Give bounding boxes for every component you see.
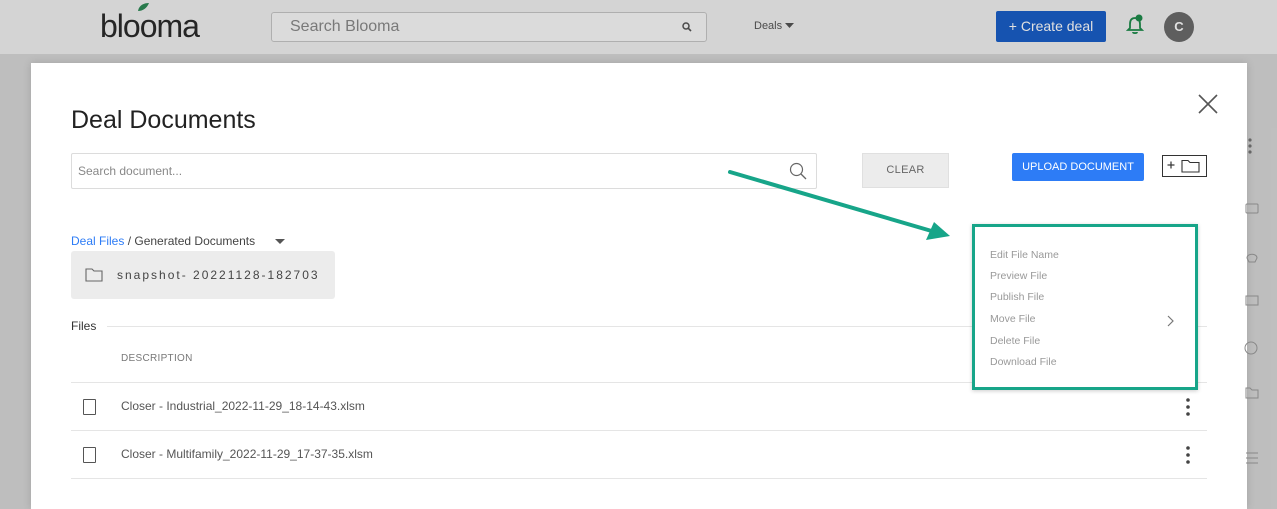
menu-item-delete-file[interactable]: Delete File xyxy=(990,335,1040,347)
file-name[interactable]: Closer - Multifamily_2022-11-29_17-37-35… xyxy=(121,447,373,461)
caret-down-icon[interactable] xyxy=(275,239,285,245)
add-folder-icon xyxy=(1167,159,1200,173)
close-icon[interactable] xyxy=(1197,93,1219,115)
files-section-label: Files xyxy=(71,319,97,333)
menu-item-download-file[interactable]: Download File xyxy=(990,356,1057,368)
breadcrumb: Deal Files / Generated Documents xyxy=(71,234,255,248)
modal-title: Deal Documents xyxy=(71,106,256,134)
more-options-icon[interactable] xyxy=(1181,397,1195,417)
breadcrumb-deal-files[interactable]: Deal Files xyxy=(71,234,124,248)
upload-document-button[interactable]: UPLOAD DOCUMENT xyxy=(1012,153,1144,181)
description-column-header: DESCRIPTION xyxy=(121,353,193,364)
file-row: Closer - Industrial_2022-11-29_18-14-43.… xyxy=(71,383,1207,431)
folder-icon xyxy=(85,268,103,282)
chevron-right-icon xyxy=(1167,315,1174,327)
file-row: Closer - Multifamily_2022-11-29_17-37-35… xyxy=(71,431,1207,479)
background-side-icons xyxy=(1244,138,1259,464)
more-options-icon[interactable] xyxy=(1181,445,1195,465)
folder-item[interactable]: snapshot- 20221128-182703 xyxy=(71,251,335,299)
breadcrumb-current: Generated Documents xyxy=(134,234,256,248)
deal-documents-modal: Deal Documents CLEAR UPLOAD DOCUMENT Dea… xyxy=(31,63,1247,509)
file-checkbox[interactable] xyxy=(83,447,96,463)
file-context-menu: Edit File Name Preview File Publish File… xyxy=(972,224,1198,390)
new-folder-button[interactable] xyxy=(1162,155,1207,177)
breadcrumb-separator: / xyxy=(124,234,135,248)
menu-item-publish-file[interactable]: Publish File xyxy=(990,291,1044,303)
file-checkbox[interactable] xyxy=(83,399,96,415)
menu-item-preview-file[interactable]: Preview File xyxy=(990,270,1047,282)
file-name[interactable]: Closer - Industrial_2022-11-29_18-14-43.… xyxy=(121,399,365,413)
menu-item-edit-file-name[interactable]: Edit File Name xyxy=(990,249,1059,261)
menu-item-move-file[interactable]: Move File xyxy=(990,313,1036,325)
clear-button[interactable]: CLEAR xyxy=(862,153,949,188)
search-icon[interactable] xyxy=(789,162,807,180)
document-search-input[interactable] xyxy=(72,154,772,188)
document-search xyxy=(71,153,817,189)
folder-name: snapshot- 20221128-182703 xyxy=(117,268,320,282)
